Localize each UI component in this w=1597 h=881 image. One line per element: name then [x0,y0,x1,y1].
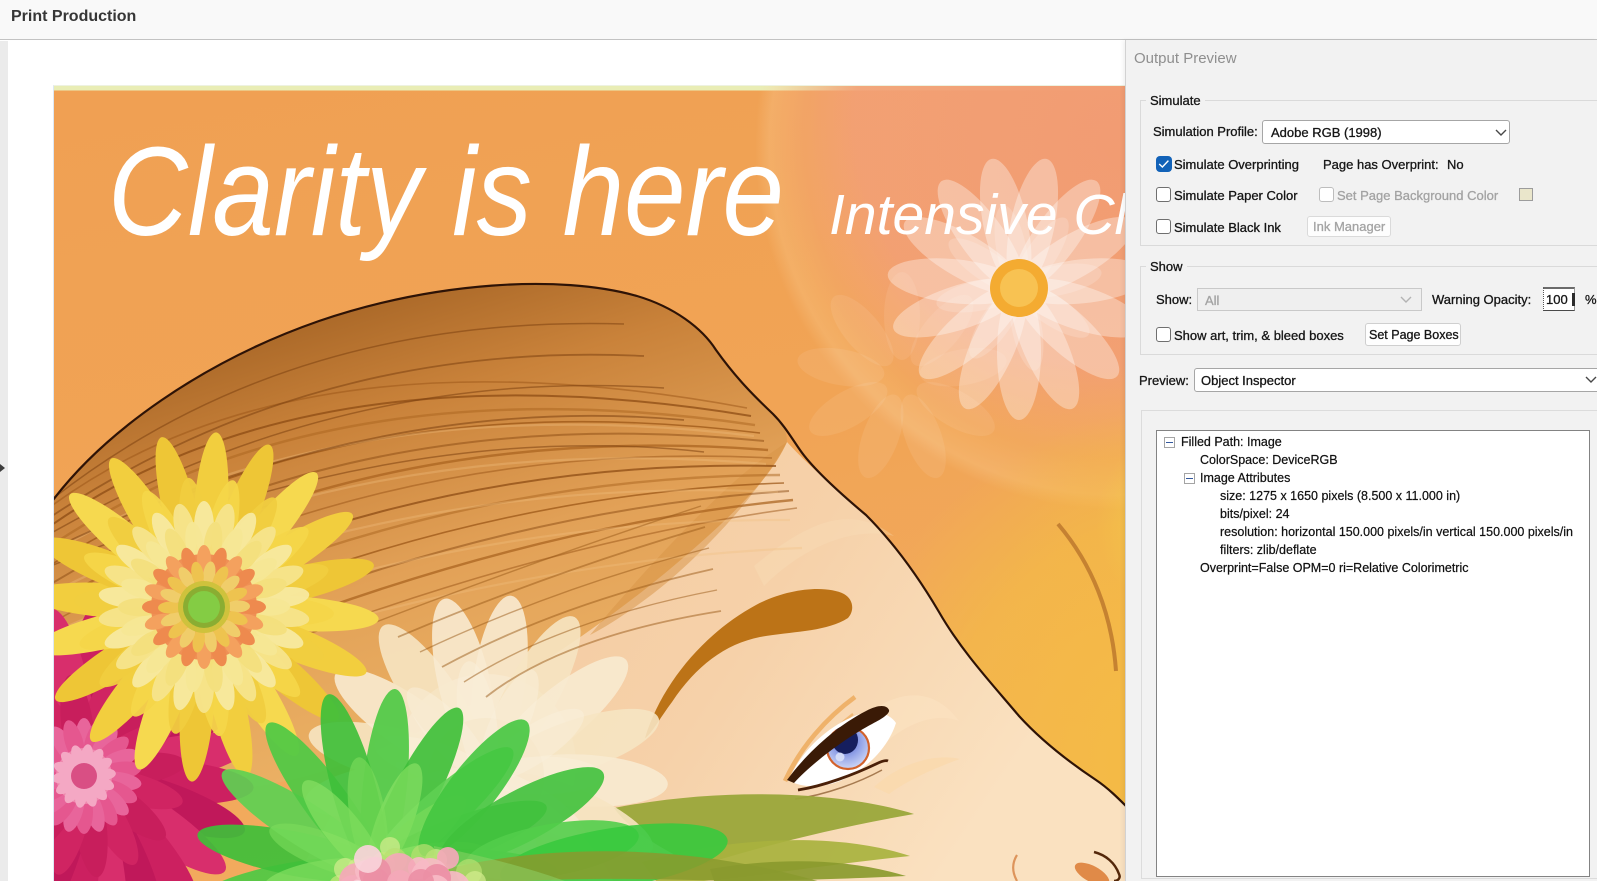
svg-text:Clarity is here: Clarity is here [108,121,784,262]
svg-text:Intensive Cla: Intensive Cla [829,183,1125,247]
